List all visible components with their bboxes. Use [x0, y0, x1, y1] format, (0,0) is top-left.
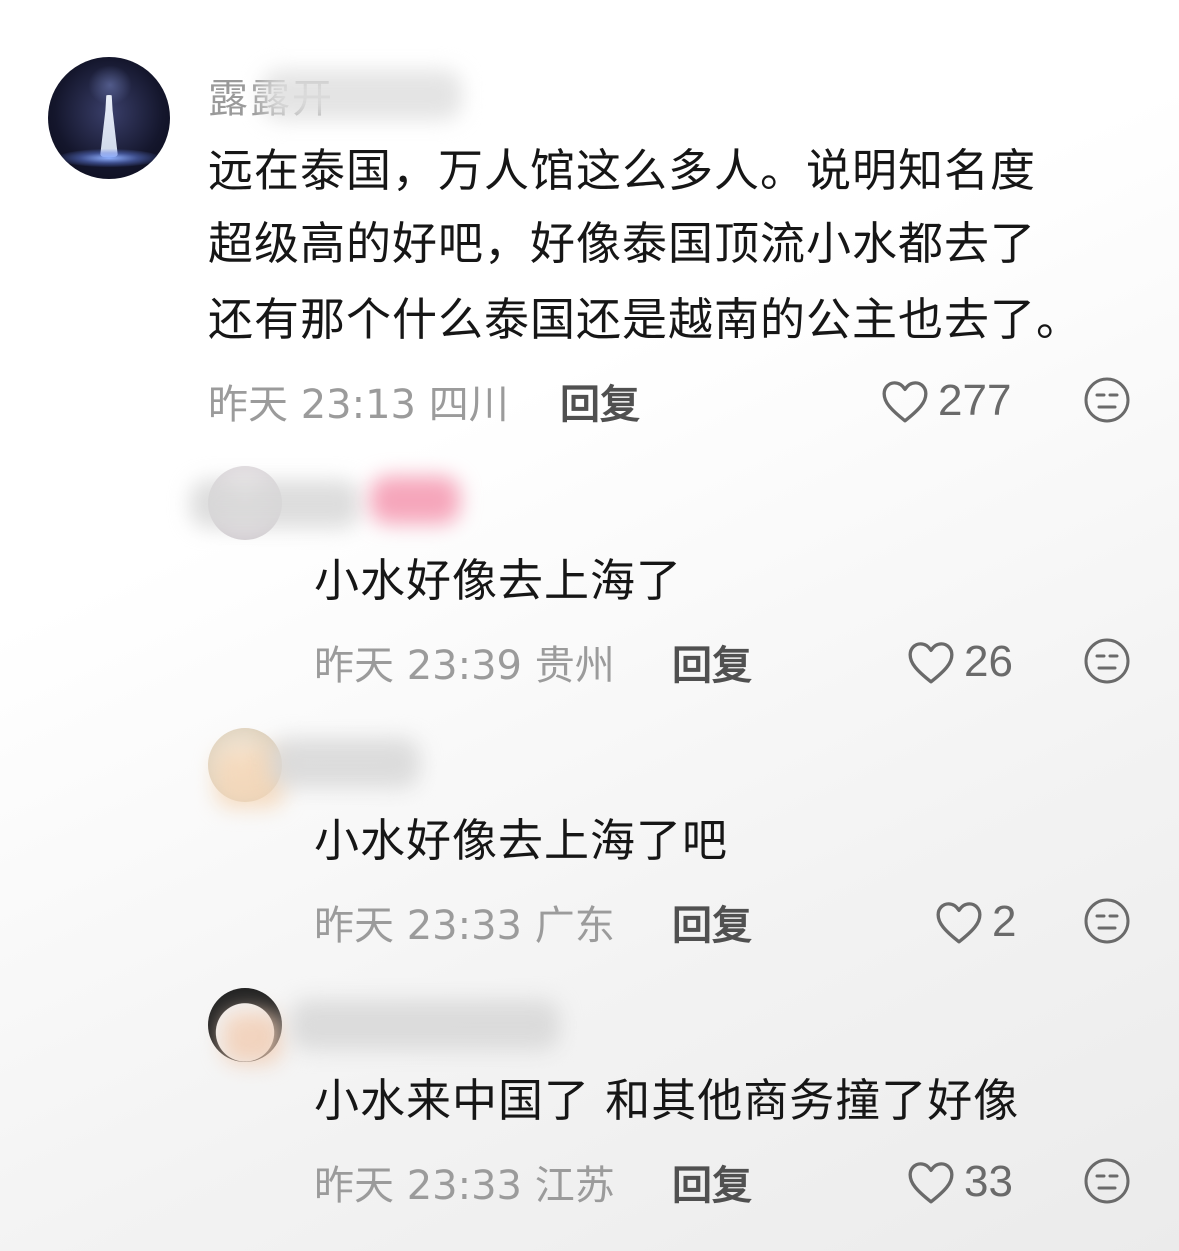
- comment-time: 昨天 23:13: [208, 382, 416, 428]
- reply-meta: 昨天 23:33 江苏: [314, 1153, 615, 1211]
- reply-item: 小水好像去上海了吧 昨天 23:33 广东 回复 2: [0, 700, 1179, 960]
- username-redaction-blur: [262, 70, 462, 120]
- reply-button[interactable]: 回复: [672, 1153, 752, 1211]
- reply-item: 小水来中国了 和其他商务撞了好像 昨天 23:33 江苏 回复 33: [0, 960, 1179, 1230]
- reply-text: 小水好像去上海了: [314, 554, 683, 607]
- like-count: 26: [964, 637, 1013, 686]
- username-redaction-blur: [370, 476, 460, 524]
- reply-button[interactable]: 回复: [672, 893, 752, 951]
- reply-meta: 昨天 23:39 贵州: [314, 633, 615, 691]
- comment-text-line: 超级高的好吧，好像泰国顶流小水都去了: [208, 217, 1037, 270]
- dislike-face-icon[interactable]: [1083, 1157, 1131, 1205]
- reply-location: 江苏: [534, 1163, 615, 1209]
- reply-time: 昨天 23:39: [314, 643, 522, 689]
- username-redaction-blur: [190, 480, 360, 528]
- reply-text: 小水好像去上海了吧: [314, 814, 729, 867]
- like-button[interactable]: 277: [880, 376, 1011, 426]
- like-button[interactable]: 2: [934, 897, 1016, 947]
- dislike-face-icon[interactable]: [1083, 376, 1131, 424]
- avatar-stage-glow: [58, 149, 160, 167]
- dislike-face-icon[interactable]: [1083, 897, 1131, 945]
- username-redaction-blur: [290, 1000, 560, 1050]
- like-button[interactable]: 33: [906, 1157, 1013, 1207]
- like-count: 2: [992, 897, 1017, 946]
- username-redaction-blur: [270, 738, 420, 788]
- like-count: 33: [964, 1157, 1013, 1206]
- username-redaction-blur: [222, 1012, 282, 1064]
- like-button[interactable]: 26: [906, 637, 1013, 687]
- reply-item: 小水好像去上海了 昨天 23:39 贵州 回复 26: [0, 440, 1179, 700]
- heart-outline-icon: [908, 642, 954, 684]
- like-count: 277: [938, 376, 1012, 425]
- heart-outline-icon: [936, 902, 982, 944]
- heart-outline-icon: [882, 381, 928, 423]
- dislike-face-icon[interactable]: [1083, 637, 1131, 685]
- reply-button[interactable]: 回复: [560, 372, 640, 430]
- reply-time: 昨天 23:33: [314, 903, 522, 949]
- commenter-avatar[interactable]: [48, 57, 170, 179]
- comment-meta: 昨天 23:13 四川: [208, 372, 509, 430]
- comment-text-line: 还有那个什么泰国还是越南的公主也去了。: [208, 293, 1083, 346]
- comment-location: 四川: [428, 382, 509, 428]
- reply-text: 小水来中国了 和其他商务撞了好像: [314, 1074, 1020, 1127]
- reply-time: 昨天 23:33: [314, 1163, 522, 1209]
- reply-button[interactable]: 回复: [672, 633, 752, 691]
- reply-meta: 昨天 23:33 广东: [314, 893, 615, 951]
- reply-location: 广东: [534, 903, 615, 949]
- comment-item: 露露开 远在泰国，万人馆这么多人。说明知名度 超级高的好吧，好像泰国顶流小水都去…: [0, 0, 1179, 440]
- reply-location: 贵州: [534, 643, 615, 689]
- heart-outline-icon: [908, 1162, 954, 1204]
